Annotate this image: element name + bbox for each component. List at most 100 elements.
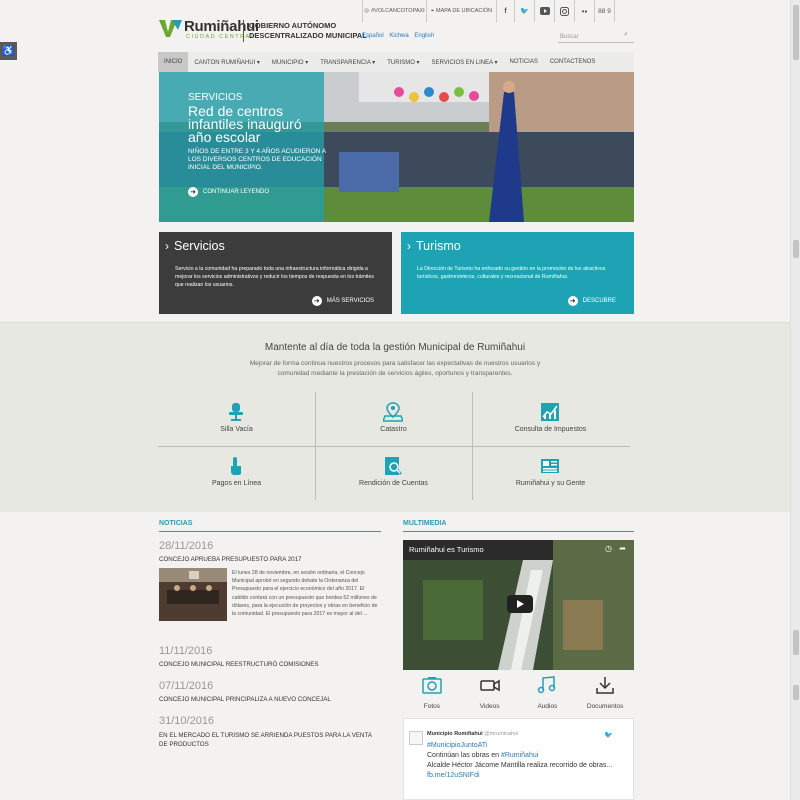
scrollbar-marker: [793, 630, 799, 655]
multimedia-heading: MULTIMEDIA: [403, 520, 634, 532]
servicios-text: Servicio a la comunidad ha preparado tod…: [175, 266, 374, 288]
nav-servicios-linea[interactable]: SERVICIOS EN LINEA ▾: [426, 52, 504, 72]
discover-label: DESCUBRE: [582, 298, 616, 304]
extra-social-icon[interactable]: 88 9: [595, 0, 615, 22]
tweet-text-line: Alcalde Héctor Jácome Mantilla realiza r…: [427, 762, 613, 769]
logo-icon[interactable]: [158, 18, 184, 38]
turismo-text: La Dirección de Turismo ha enfocado su g…: [417, 266, 606, 280]
twitter-icon[interactable]: 🐦: [604, 731, 613, 739]
gov-line-1: GOBIERNO AUTÓNOMO: [249, 21, 337, 30]
rendicion-cuentas-cell[interactable]: Rendición de Cuentas: [315, 446, 472, 500]
play-button[interactable]: [507, 595, 533, 613]
audios-link[interactable]: Audios: [522, 676, 572, 710]
tweet-text-line: Continúan las obras en: [427, 752, 501, 759]
video-title: Rumiñahui es Turismo: [409, 545, 484, 554]
turismo-title: › Turismo: [407, 239, 461, 253]
share-icon[interactable]: ➦: [619, 544, 626, 553]
news-date: 28/11/2016: [159, 540, 214, 552]
search-icon[interactable]: ⌕: [624, 31, 628, 39]
fotos-link[interactable]: Fotos: [407, 676, 457, 710]
consulta-impuestos-cell[interactable]: Consulta de Impuestos: [472, 392, 629, 446]
camera-icon: [422, 677, 442, 694]
download-icon: [596, 677, 614, 694]
tweet-author-handle: @mruminahui: [484, 731, 519, 737]
servicios-box[interactable]: › Servicios Servicio a la comunidad ha p…: [159, 232, 392, 314]
tweet-hashtag[interactable]: #Rumiñahui: [501, 752, 538, 759]
fotos-label: Fotos: [423, 703, 440, 710]
band-title: Mantente al día de toda la gestión Munic…: [264, 342, 526, 353]
hero-title[interactable]: Red de centros infantiles inauguró año e…: [188, 104, 328, 144]
instagram-icon[interactable]: [555, 0, 575, 22]
servicios-title: › Servicios: [165, 239, 225, 253]
turismo-box[interactable]: › Turismo La Dirección de Turismo ha enf…: [401, 232, 634, 314]
services-grid: Silla Vacía Catastro Consulta de Impuest…: [158, 392, 630, 500]
news-body: El lunes 28 de noviembre, en sesión ordi…: [232, 570, 378, 618]
avatar[interactable]: [409, 731, 423, 745]
lang-espanol[interactable]: Español: [362, 33, 384, 39]
news-title[interactable]: CONCEJO APRUEBA PRESUPUESTO PARA 2017: [159, 556, 301, 563]
pagos-en-linea-cell[interactable]: Pagos en Línea: [158, 446, 315, 500]
nav-transparencia[interactable]: TRANSPARENCIA ▾: [314, 52, 381, 72]
chart-icon: [541, 403, 559, 421]
tweet-text: #MunicipioJuntoATi Continúan las obras e…: [427, 741, 627, 781]
nav-canton[interactable]: CANTON RUMIÑAHUI ▾: [188, 52, 266, 72]
nav-turismo[interactable]: TURISMO ▾: [381, 52, 425, 72]
lang-kichwa[interactable]: Kichwa: [389, 33, 408, 39]
video-camera-icon: [479, 679, 500, 692]
news-title[interactable]: CONCEJO MUNICIPAL REESTRUCTURÓ COMISIONE…: [159, 661, 319, 668]
turismo-title-label: Turismo: [416, 239, 461, 253]
clock-icon[interactable]: ◷: [605, 544, 612, 553]
silla-vacia-cell[interactable]: Silla Vacía: [158, 392, 315, 446]
arrow-right-icon: ➜: [567, 296, 578, 306]
volcan-link-label: #VOLCANCOTOPAXI: [371, 8, 425, 14]
scrollbar-thumb[interactable]: [793, 5, 799, 60]
continue-reading-link[interactable]: ➜ CONTINUAR LEYENDO: [188, 187, 269, 197]
extra-icon-label: 88 9: [598, 7, 611, 15]
gov-line-2: DESCENTRALIZADO MUNICIPAL: [249, 31, 367, 40]
discover-link[interactable]: ➜ DESCUBRE: [567, 296, 616, 306]
scrollbar[interactable]: [790, 0, 800, 800]
nav-inicio[interactable]: INICIO: [158, 52, 189, 72]
ruminahui-gente-cell[interactable]: Rumiñahui y su Gente: [472, 446, 629, 500]
videos-link[interactable]: Videos: [465, 676, 515, 710]
nav-contactenos[interactable]: CONTACTENOS: [544, 52, 602, 72]
scrollbar-marker: [793, 685, 799, 700]
music-icon: [538, 676, 556, 694]
catastro-cell[interactable]: Catastro: [315, 392, 472, 446]
news-thumbnail[interactable]: [159, 568, 227, 621]
more-services-link[interactable]: ➜ MÁS SERVICIOS: [311, 296, 374, 306]
pagos-en-linea-label: Pagos en Línea: [211, 480, 262, 487]
band-subtitle: Mejorar de forma continua nuestros proce…: [0, 359, 790, 379]
tweet-link[interactable]: fb.me/12uSNIFdi: [427, 772, 480, 779]
flickr-icon[interactable]: •▪: [575, 0, 595, 22]
nav-municipio[interactable]: MUNICIPIO ▾: [266, 52, 314, 72]
catastro-label: Catastro: [380, 426, 407, 433]
tweet-author[interactable]: Municipio Rumiñahui @mruminahui: [427, 731, 518, 737]
arrow-right-icon: ➜: [311, 296, 322, 306]
map-link-label: MAPA DE UBICACIÓN: [435, 8, 493, 14]
video-player[interactable]: Rumiñahui es Turismo ◷ ➦: [403, 540, 634, 670]
volcan-cotopaxi-link[interactable]: ◎ #VOLCANCOTOPAXI: [363, 0, 427, 22]
chevron-right-icon: ›: [407, 239, 411, 253]
news-date: 31/10/2016: [159, 715, 215, 727]
servicios-title-label: Servicios: [174, 239, 225, 253]
logo-name[interactable]: Rumiñahui: [184, 18, 259, 35]
twitter-icon[interactable]: 🐦: [515, 0, 535, 22]
document-search-icon: [385, 457, 402, 475]
hero-kicker: SERVICIOS: [188, 92, 243, 103]
youtube-icon[interactable]: [535, 0, 555, 22]
news-title[interactable]: EN EL MERCADO EL TURISMO SE ARRIENDA PUE…: [159, 731, 374, 749]
facebook-icon[interactable]: f: [497, 0, 515, 22]
documentos-link[interactable]: Documentos: [580, 676, 630, 710]
language-selector: Español Kichwa English: [362, 33, 438, 39]
silla-vacia-label: Silla Vacía: [220, 426, 253, 433]
accessibility-icon[interactable]: ♿: [0, 42, 17, 60]
government-name: GOBIERNO AUTÓNOMO DESCENTRALIZADO MUNICI…: [249, 21, 367, 41]
nav-noticias[interactable]: NOTICIAS: [503, 52, 543, 72]
lang-english[interactable]: English: [414, 33, 434, 39]
search-input[interactable]: Buscar: [558, 31, 634, 43]
hero-slider[interactable]: SERVICIOS Red de centros infantiles inau…: [159, 72, 634, 222]
map-link[interactable]: ⌖ MAPA DE UBICACIÓN: [427, 0, 497, 22]
tweet-hashtag[interactable]: #MunicipioJuntoATi: [427, 742, 487, 749]
news-title[interactable]: CONCEJO MUNICIPAL PRINCIPALIZA A NUEVO C…: [159, 696, 331, 703]
